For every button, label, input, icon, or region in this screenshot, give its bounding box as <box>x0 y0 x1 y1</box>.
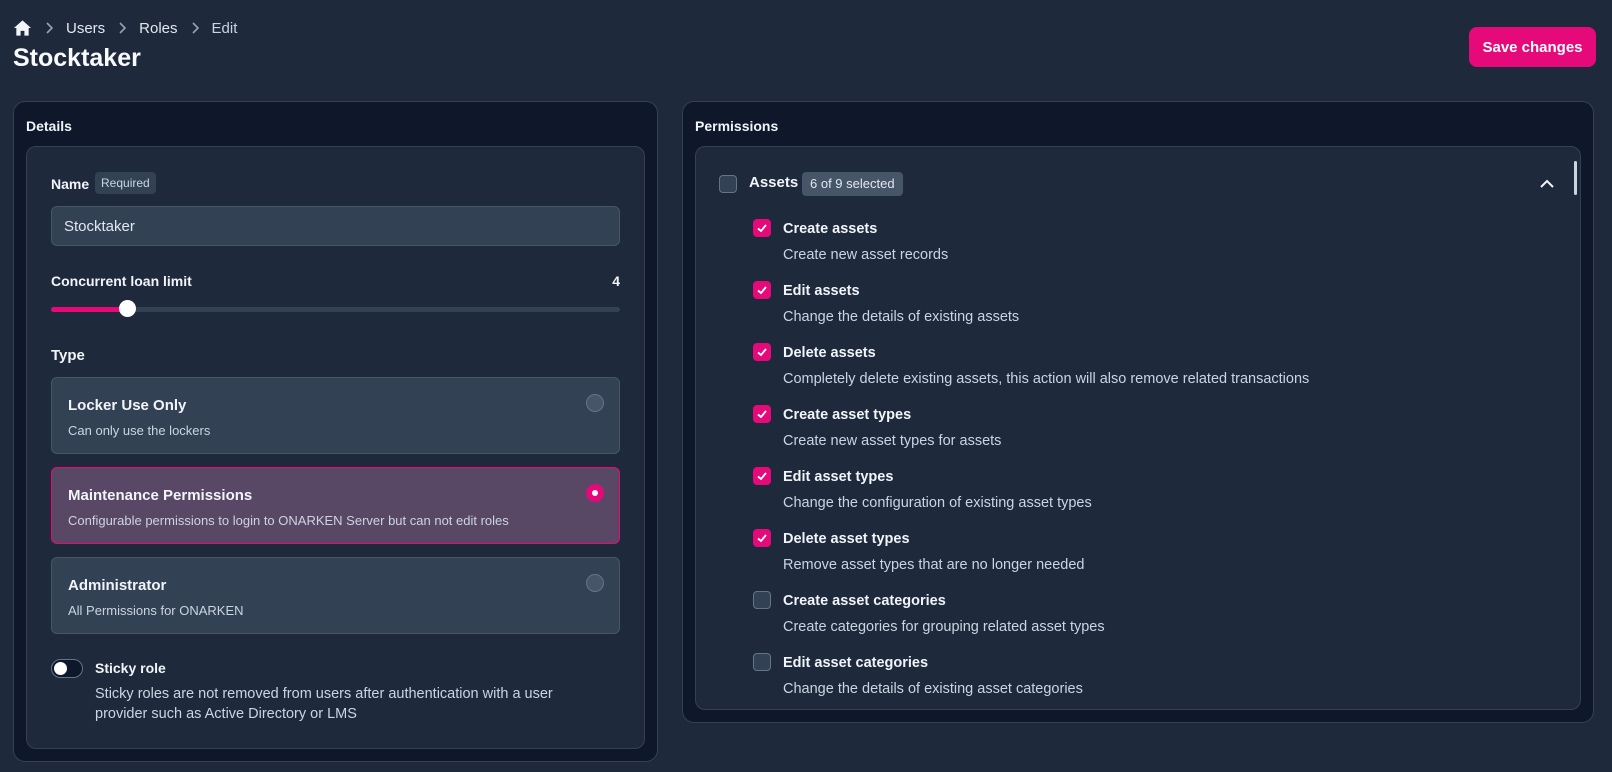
loan-limit-value: 4 <box>612 273 620 289</box>
permission-desc: Change the configuration of existing ass… <box>783 495 1092 511</box>
permission-name: Create assets <box>783 221 878 237</box>
permission-checkbox[interactable] <box>753 219 771 237</box>
check-icon <box>757 348 767 357</box>
permission-name: Delete asset types <box>783 531 910 547</box>
home-icon[interactable] <box>13 19 32 37</box>
breadcrumb: Users Roles Edit <box>13 17 237 39</box>
toggle-knob <box>54 662 67 675</box>
selection-count-badge: 6 of 9 selected <box>802 172 903 196</box>
chevron-right-icon <box>111 17 133 39</box>
permission-checkbox[interactable] <box>753 529 771 547</box>
breadcrumb-roles[interactable]: Roles <box>139 20 177 37</box>
type-option-desc: Configurable permissions to login to ONA… <box>68 513 509 528</box>
chevron-right-icon <box>38 17 60 39</box>
type-option-name: Maintenance Permissions <box>68 487 253 504</box>
radio-button[interactable] <box>586 394 604 412</box>
chevron-up-icon[interactable] <box>1536 172 1558 194</box>
permission-checkbox[interactable] <box>753 467 771 485</box>
permissions-title: Permissions <box>695 118 779 134</box>
breadcrumb-users[interactable]: Users <box>66 20 105 37</box>
type-option-desc: Can only use the lockers <box>68 423 211 438</box>
permission-desc: Remove asset types that are no longer ne… <box>783 557 1085 573</box>
sticky-role-desc: Sticky roles are not removed from users … <box>95 686 553 722</box>
sticky-role-toggle[interactable] <box>51 659 83 678</box>
details-title: Details <box>26 118 72 134</box>
type-option-name: Locker Use Only <box>68 397 187 414</box>
permissions-card[interactable]: Assets 6 of 9 selected Create assets Crea… <box>695 146 1581 710</box>
permission-checkbox[interactable] <box>753 343 771 361</box>
type-option-locker-use-only[interactable]: Locker Use Only Can only use the lockers <box>51 377 620 454</box>
permission-checkbox[interactable] <box>753 281 771 299</box>
permission-name: Edit assets <box>783 283 860 299</box>
permission-name: Delete assets <box>783 345 876 361</box>
type-label: Type <box>51 347 85 364</box>
permission-group-name: Assets <box>749 174 799 191</box>
radio-button[interactable] <box>586 574 604 592</box>
check-icon <box>757 224 767 233</box>
permission-desc: Change the details of existing assets <box>783 309 1020 325</box>
name-input[interactable] <box>51 206 620 246</box>
slider-fill <box>51 307 128 312</box>
permission-desc: Create new asset records <box>783 247 949 263</box>
check-icon <box>757 534 767 543</box>
loan-limit-label: Concurrent loan limit <box>51 273 192 289</box>
permissions-panel: Permissions Assets 6 of 9 selected Creat… <box>682 101 1594 723</box>
save-changes-button[interactable]: Save changes <box>1469 27 1596 67</box>
check-icon <box>757 472 767 481</box>
type-option-desc: All Permissions for ONARKEN <box>68 603 244 618</box>
check-icon <box>757 286 767 295</box>
type-option-administrator[interactable]: Administrator All Permissions for ONARKE… <box>51 557 620 634</box>
group-select-all-checkbox[interactable] <box>719 175 737 193</box>
permission-name: Edit asset categories <box>783 655 929 671</box>
page-title: Stocktaker <box>13 44 141 72</box>
permission-name: Create asset categories <box>783 593 946 609</box>
required-badge: Required <box>95 172 156 194</box>
permission-desc: Create new asset types for assets <box>783 433 1002 449</box>
permission-desc: Create categories for grouping related a… <box>783 619 1105 635</box>
radio-button[interactable] <box>586 484 604 502</box>
chevron-right-icon <box>184 17 206 39</box>
permission-desc: Change the details of existing asset cat… <box>783 681 1083 697</box>
sticky-role-label: Sticky role <box>95 660 166 676</box>
type-option-name: Administrator <box>68 577 167 594</box>
type-option-maintenance-permissions[interactable]: Maintenance Permissions Configurable per… <box>51 467 620 544</box>
breadcrumb-edit: Edit <box>211 19 238 37</box>
permission-checkbox[interactable] <box>753 653 771 671</box>
name-label: Name <box>51 176 90 192</box>
check-icon <box>757 410 767 419</box>
permission-name: Edit asset types <box>783 469 894 485</box>
permission-checkbox[interactable] <box>753 405 771 423</box>
loan-limit-slider[interactable] <box>51 307 620 312</box>
permission-name: Create asset types <box>783 407 912 423</box>
permission-desc: Completely delete existing assets, this … <box>783 371 1310 387</box>
scrollbar[interactable] <box>1574 161 1577 195</box>
permission-checkbox[interactable] <box>753 591 771 609</box>
